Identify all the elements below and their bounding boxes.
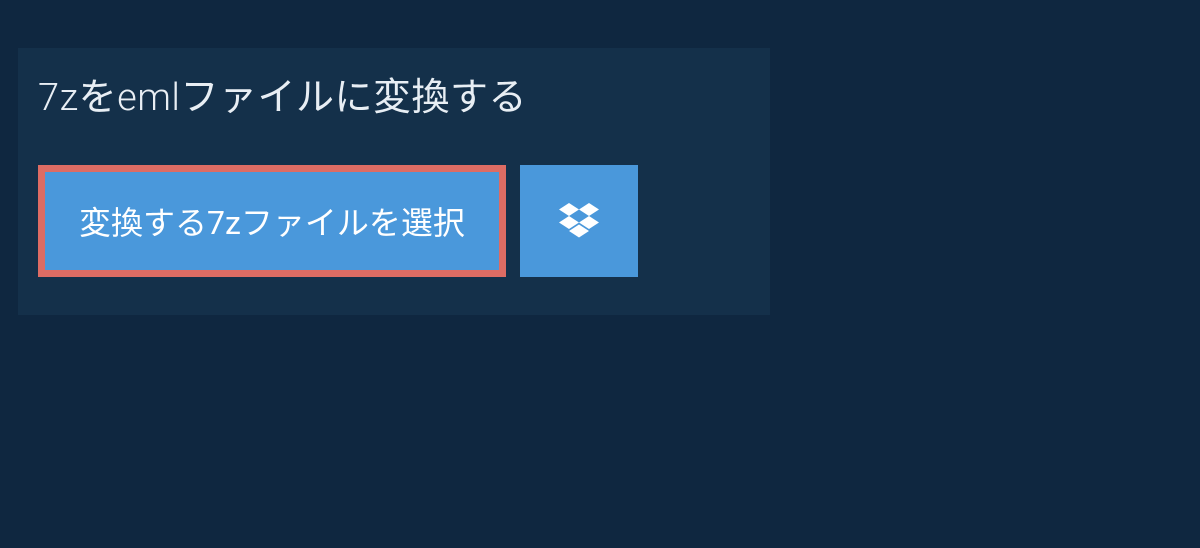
- converter-panel: 7zをemlファイルに変換する 変換する7zファイルを選択: [18, 48, 770, 315]
- dropbox-icon: [559, 203, 599, 239]
- page-title: 7zをemlファイルに変換する: [38, 66, 527, 121]
- button-row: 変換する7zファイルを選択: [18, 165, 770, 277]
- select-file-label: 変換する7zファイルを選択: [79, 198, 465, 244]
- select-file-button[interactable]: 変換する7zファイルを選択: [38, 165, 506, 277]
- title-bar: 7zをemlファイルに変換する: [18, 48, 547, 147]
- dropbox-button[interactable]: [520, 165, 638, 277]
